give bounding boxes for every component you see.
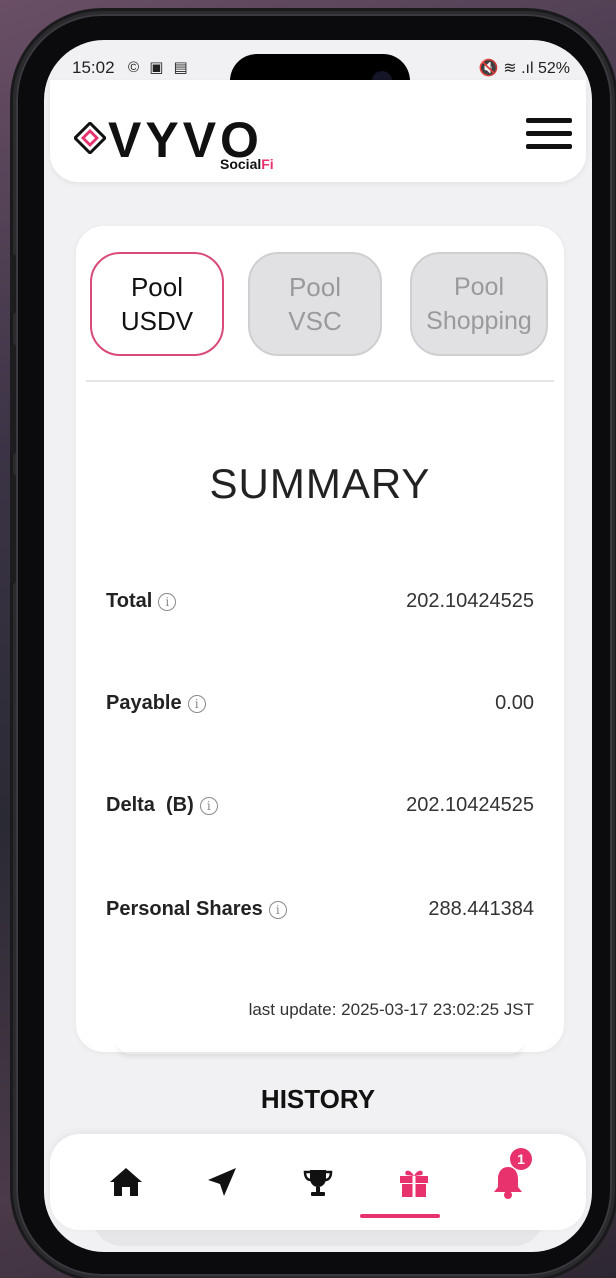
screen: 15:02 © ▣ ▤ 🔇 ≋ .ıl 52% VYVO SocialFi Po… bbox=[44, 40, 592, 1252]
tab-label-line1: Pool bbox=[130, 272, 184, 302]
tab-label-line1: Pool bbox=[453, 273, 505, 301]
logo-mark-icon bbox=[74, 122, 106, 154]
divider bbox=[86, 380, 554, 382]
active-tab-indicator bbox=[360, 1214, 440, 1218]
info-icon[interactable]: i bbox=[199, 796, 218, 815]
summary-title: SUMMARY bbox=[209, 460, 431, 507]
side-button bbox=[10, 474, 16, 584]
summary-card: Pool USDV Pool VSC Pool Shopping SUMMARY… bbox=[76, 226, 564, 1052]
row-label: Delta (B) bbox=[106, 794, 194, 816]
row-value: 202.10424525 bbox=[406, 590, 534, 612]
tab-pool-vsc[interactable]: Pool VSC bbox=[248, 252, 382, 356]
status-notification-icons: © ▣ ▤ bbox=[128, 59, 191, 76]
summary-row-delta: Delta (B) i 202.10424525 bbox=[106, 786, 534, 826]
side-button bbox=[10, 254, 16, 314]
last-update: last update: 2025-03-17 23:02:25 JST bbox=[248, 1000, 534, 1019]
send-icon[interactable] bbox=[202, 1162, 242, 1202]
status-battery-signal: 🔇 ≋ .ıl 52% bbox=[478, 60, 570, 77]
card-shadow bbox=[116, 1040, 524, 1054]
row-value: 202.10424525 bbox=[406, 794, 534, 816]
row-value: 288.441384 bbox=[428, 898, 534, 920]
logo-subtitle-fi: Fi bbox=[261, 156, 274, 172]
tab-label-line2: USDV bbox=[120, 306, 194, 336]
side-button bbox=[10, 344, 16, 454]
menu-icon[interactable] bbox=[526, 118, 572, 154]
gift-icon[interactable] bbox=[394, 1162, 434, 1202]
tab-pool-usdv[interactable]: Pool USDV bbox=[90, 252, 224, 356]
home-icon[interactable] bbox=[106, 1162, 146, 1202]
app-header: VYVO SocialFi bbox=[50, 80, 586, 182]
summary-row-payable: Payable i 0.00 bbox=[106, 684, 534, 724]
tab-label-line1: Pool bbox=[288, 272, 342, 302]
bell-icon[interactable]: 1 bbox=[488, 1148, 532, 1202]
logo-subtitle: SocialFi bbox=[220, 156, 274, 172]
tab-label-line2: Shopping bbox=[426, 307, 532, 335]
tab-label-line2: VSC bbox=[288, 306, 342, 336]
notification-badge: 1 bbox=[510, 1148, 532, 1170]
trophy-icon[interactable] bbox=[298, 1162, 338, 1202]
row-value: 0.00 bbox=[495, 692, 534, 714]
row-label: Payable bbox=[106, 692, 182, 714]
status-time: 15:02 bbox=[72, 58, 115, 77]
tab-pool-shopping[interactable]: Pool Shopping bbox=[410, 252, 548, 356]
info-icon[interactable]: i bbox=[158, 592, 177, 611]
info-icon[interactable]: i bbox=[187, 694, 206, 713]
row-label: Personal Shares bbox=[106, 898, 263, 920]
logo-subtitle-social: Social bbox=[220, 156, 262, 172]
vyvo-logo[interactable]: VYVO SocialFi bbox=[70, 110, 310, 172]
summary-row-personal-shares: Personal Shares i 288.441384 bbox=[106, 890, 534, 930]
info-icon[interactable]: i bbox=[268, 900, 287, 919]
history-title: HISTORY bbox=[260, 1084, 376, 1114]
summary-row-total: Total i 202.10424525 bbox=[106, 582, 534, 622]
row-label: Total bbox=[106, 590, 153, 612]
bottom-nav: 1 bbox=[50, 1134, 586, 1230]
